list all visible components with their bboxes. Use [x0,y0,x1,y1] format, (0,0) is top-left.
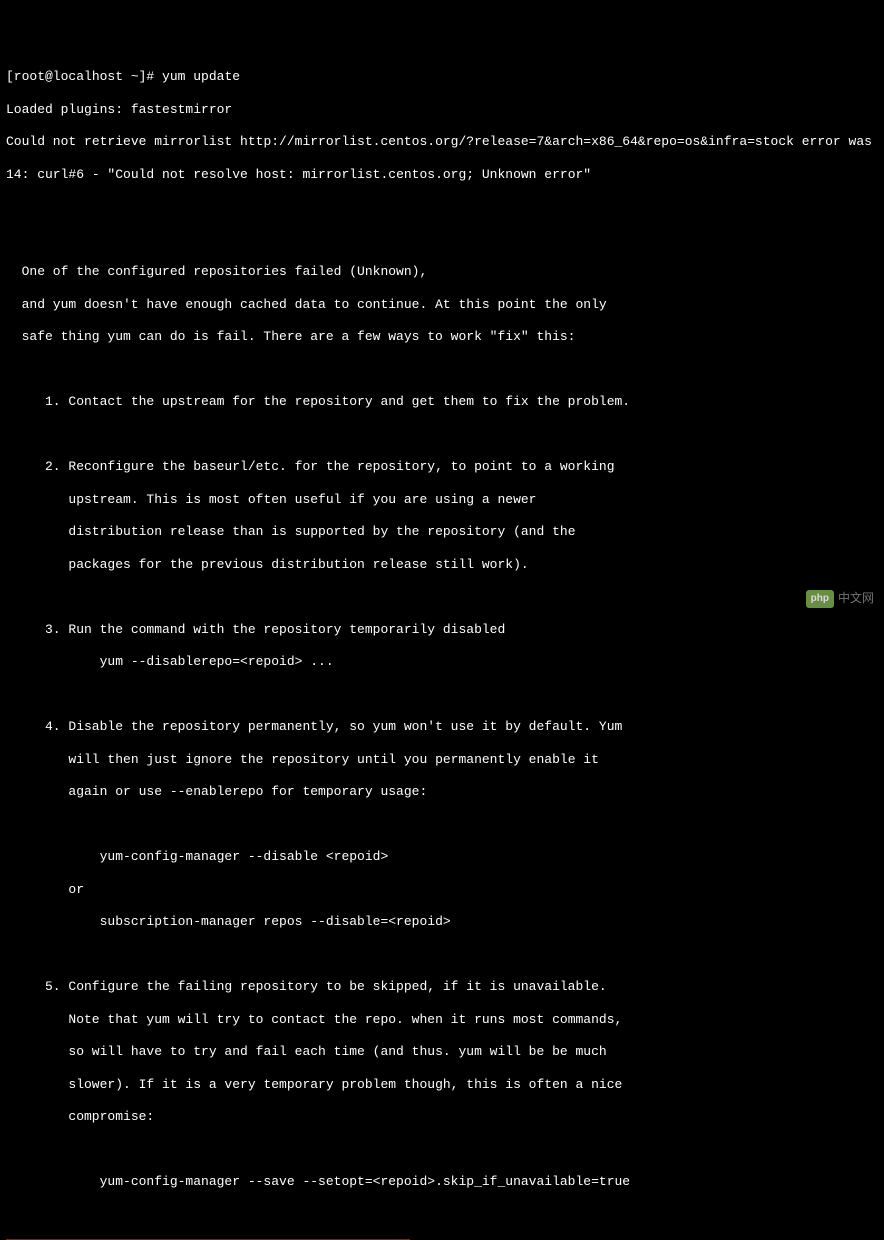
step-4-cont: will then just ignore the repository unt… [6,752,878,768]
blank-line [6,1142,878,1158]
step-3: 3. Run the command with the repository t… [6,622,878,638]
step-1: 1. Contact the upstream for the reposito… [6,394,878,410]
blank-line [6,589,878,605]
error-highlight: Cannot find a valid baseurl for repo: ba… [6,1239,410,1240]
output-line: One of the configured repositories faile… [6,264,878,280]
step-5-cmd: yum-config-manager --save --setopt=<repo… [6,1174,878,1190]
step-2-cont: distribution release than is supported b… [6,524,878,540]
command: yum update [162,69,240,84]
step-3-cmd: yum --disablerepo=<repoid> ... [6,654,878,670]
step-4-or: or [6,882,878,898]
blank-line [6,687,878,703]
blank-line [6,947,878,963]
output-line: Could not retrieve mirrorlist http://mir… [6,134,878,150]
error-line: Cannot find a valid baseurl for repo: ba… [6,1239,878,1240]
watermark-badge: php [806,590,834,609]
step-5-cont: Note that yum will try to contact the re… [6,1012,878,1028]
output-line: 14: curl#6 - "Could not resolve host: mi… [6,167,878,183]
step-5-cont: slower). If it is a very temporary probl… [6,1077,878,1093]
step-4-cmd: yum-config-manager --disable <repoid> [6,849,878,865]
output-line: safe thing yum can do is fail. There are… [6,329,878,345]
blank-line [6,1207,878,1223]
step-5-cont: compromise: [6,1109,878,1125]
step-4-cmd: subscription-manager repos --disable=<re… [6,914,878,930]
output-line: and yum doesn't have enough cached data … [6,297,878,313]
output-line: Loaded plugins: fastestmirror [6,102,878,118]
blank-line [6,427,878,443]
blank-line [6,817,878,833]
step-4-cont: again or use --enablerepo for temporary … [6,784,878,800]
watermark: php 中文网 [806,590,874,609]
blank-line [6,362,878,378]
blank-line [6,199,878,215]
prompt-line-1[interactable]: [root@localhost ~]# yum update [6,69,878,85]
step-2-cont: upstream. This is most often useful if y… [6,492,878,508]
blank-line [6,232,878,248]
step-2: 2. Reconfigure the baseurl/etc. for the … [6,459,878,475]
prompt: [root@localhost ~]# [6,69,162,84]
step-2-cont: packages for the previous distribution r… [6,557,878,573]
step-5-cont: so will have to try and fail each time (… [6,1044,878,1060]
step-5: 5. Configure the failing repository to b… [6,979,878,995]
step-4: 4. Disable the repository permanently, s… [6,719,878,735]
watermark-text: 中文网 [838,591,874,606]
